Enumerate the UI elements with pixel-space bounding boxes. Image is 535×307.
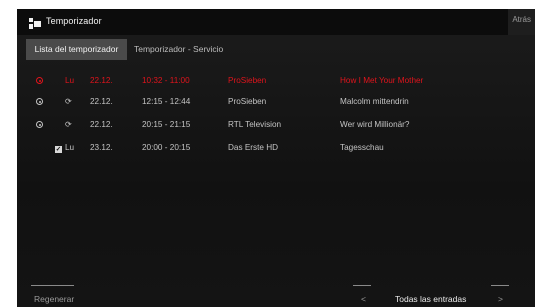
- footer-divider-prev: [353, 285, 371, 286]
- screen: Temporizador Atrás Lista del temporizado…: [0, 0, 535, 307]
- timer-panel: Temporizador Atrás Lista del temporizado…: [17, 9, 535, 307]
- timer-channel: ProSieben: [228, 76, 267, 85]
- timer-date: 22.12.: [90, 97, 113, 106]
- back-button[interactable]: Atrás: [508, 9, 535, 35]
- record-dot-icon: [35, 73, 44, 89]
- timer-row[interactable]: Lu 22.12. 10:32 - 11:00 ProSieben How I …: [17, 73, 535, 89]
- record-dot-icon: [35, 94, 44, 110]
- next-filter-button[interactable]: >: [498, 294, 503, 304]
- timer-channel: Das Erste HD: [228, 143, 279, 152]
- timer-program: Tagesschau: [340, 143, 384, 152]
- timer-time: 20:15 - 21:15: [142, 120, 191, 129]
- timer-date: 22.12.: [90, 76, 113, 85]
- timer-time: 12:15 - 12:44: [142, 97, 191, 106]
- timer-channel: ProSieben: [228, 97, 267, 106]
- timer-program: Malcolm mittendrin: [340, 97, 409, 106]
- timer-channel: RTL Television: [228, 120, 282, 129]
- timer-row[interactable]: ⟳ 22.12. 20:15 - 21:15 RTL Television We…: [17, 117, 535, 133]
- series-recording-icon: ⟳: [65, 97, 72, 106]
- previous-filter-button[interactable]: <: [361, 294, 366, 304]
- checkbox-checked-icon[interactable]: [54, 140, 63, 156]
- page-title: Temporizador: [46, 16, 102, 26]
- header-bar: Temporizador Atrás: [17, 9, 535, 35]
- timer-program: How I Met Your Mother: [340, 76, 424, 85]
- timer-app-icon: [29, 18, 41, 29]
- footer-divider-left: [31, 285, 74, 286]
- tab-timer-service[interactable]: Temporizador - Servicio: [134, 39, 223, 60]
- timer-time: 20:00 - 20:15: [142, 143, 191, 152]
- regenerate-button[interactable]: Regenerar: [34, 294, 74, 304]
- timer-program: Wer wird Millionär?: [340, 120, 410, 129]
- series-recording-icon: ⟳: [65, 120, 72, 129]
- timer-day: Lu: [65, 143, 75, 152]
- timer-day: Lu: [65, 76, 75, 85]
- tab-timer-list[interactable]: Lista del temporizador: [26, 39, 127, 60]
- timer-row[interactable]: ⟳ 22.12. 12:15 - 12:44 ProSieben Malcolm…: [17, 94, 535, 110]
- footer-divider-next: [491, 285, 509, 286]
- timer-date: 22.12.: [90, 120, 113, 129]
- timer-row[interactable]: Lu 23.12. 20:00 - 20:15 Das Erste HD Tag…: [17, 140, 535, 156]
- timer-time: 10:32 - 11:00: [142, 76, 190, 85]
- filter-selector[interactable]: Todas las entradas: [395, 294, 466, 304]
- timer-date: 23.12.: [90, 143, 113, 152]
- record-dot-icon: [35, 117, 44, 133]
